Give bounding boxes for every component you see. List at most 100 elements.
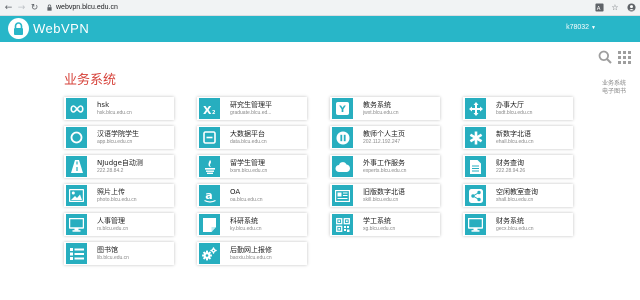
- link-business-systems[interactable]: 业务系统: [602, 80, 626, 88]
- app-url: rs.blcu.edu.cn: [97, 225, 129, 232]
- app-card[interactable]: 新数字北语 ehall.blcu.edu.cn: [463, 126, 573, 149]
- monitor-icon: [465, 214, 486, 235]
- app-card-text: 教师个人主页 202.112.192.247: [363, 130, 439, 146]
- app-url: graduate.blcu.ed...: [230, 109, 272, 116]
- cloud-icon: [332, 156, 353, 177]
- section-title: 业务系统: [64, 73, 117, 88]
- app-name: NJudge自动测: [97, 158, 143, 167]
- app-card-text: OA oa.blcu.edu.cn: [230, 188, 306, 204]
- app-card[interactable]: 旧版数字北语 skill.blcu.edu.cn: [330, 184, 440, 207]
- forward-icon[interactable]: →: [16, 1, 27, 15]
- app-card-text: 旧版数字北语 skill.blcu.edu.cn: [363, 188, 439, 204]
- app-card[interactable]: NJudge自动测 222.28.84.2: [64, 155, 174, 178]
- app-url: oa.blcu.edu.cn: [230, 196, 263, 203]
- app-name: 空闲教室查询: [496, 187, 538, 196]
- app-card[interactable]: 后勤网上报修 baoxiu.blcu.edu.cn: [197, 242, 307, 265]
- app-card[interactable]: 办事大厅 bsdt.blcu.edu.cn: [463, 97, 573, 120]
- logo-text: WebVPN: [33, 21, 90, 36]
- app-name: 研究生管理平: [230, 100, 272, 109]
- monitor-icon: [66, 214, 87, 235]
- app-card-text: 外事工作服务 experts.blcu.edu.cn: [363, 159, 439, 175]
- gears-icon: [199, 243, 220, 264]
- app-card[interactable]: 科研系统 ky.blcu.edu.cn: [197, 213, 307, 236]
- road-icon: [66, 156, 87, 177]
- newspaper-icon: [332, 185, 353, 206]
- app-card-text: 新数字北语 ehall.blcu.edu.cn: [496, 130, 572, 146]
- folded-page-icon: [199, 214, 220, 235]
- app-name: 学工系统: [363, 216, 391, 225]
- app-card-text: 汉语学院学生 app.blcu.edu.cn: [97, 130, 173, 146]
- app-name: 旧版数字北语: [363, 187, 405, 196]
- circle-icon: [66, 127, 87, 148]
- app-card[interactable]: 财务系统 gecx.blcu.edu.cn: [463, 213, 573, 236]
- app-card-text: 图书馆 lib.blcu.edu.cn: [97, 246, 173, 262]
- app-card-text: NJudge自动测 222.28.84.2: [97, 159, 173, 175]
- account-icon[interactable]: [626, 2, 636, 13]
- app-card-text: hsk hsk.blcu.edu.cn: [97, 101, 173, 117]
- user-menu[interactable]: k78032 ▼: [566, 24, 596, 31]
- apps-grid-icon[interactable]: [618, 50, 631, 64]
- app-url: ehall.blcu.edu.cn: [496, 138, 534, 145]
- svg-text:a: a: [205, 189, 212, 202]
- svg-text:2: 2: [212, 110, 216, 115]
- app-card[interactable]: 人事管理 rs.blcu.edu.cn: [64, 213, 174, 236]
- app-name: 留学生管理: [230, 158, 265, 167]
- move-arrows-icon: [465, 98, 486, 119]
- app-card-text: 留学生管理 lxsm.blcu.edu.cn: [230, 159, 306, 175]
- app-card[interactable]: hsk hsk.blcu.edu.cn: [64, 97, 174, 120]
- app-name: 教务系统: [363, 100, 391, 109]
- app-card[interactable]: X 2 研究生管理平 graduate.blcu.ed...: [197, 97, 307, 120]
- app-name: 新数字北语: [496, 129, 531, 138]
- app-card[interactable]: 照片上传 photo.blcu.edu.cn: [64, 184, 174, 207]
- reload-icon[interactable]: ↻: [29, 1, 40, 15]
- app-card-text: 后勤网上报修 baoxiu.blcu.edu.cn: [230, 246, 306, 262]
- back-icon[interactable]: ←: [3, 1, 14, 15]
- address-bar[interactable]: webvpn.blcu.edu.cn: [46, 2, 118, 14]
- app-card[interactable]: 外事工作服务 experts.blcu.edu.cn: [330, 155, 440, 178]
- app-url: 202.112.192.247: [363, 138, 401, 145]
- trophy-icon: [199, 156, 220, 177]
- list-icon: [66, 243, 87, 264]
- side-links: 业务系统 电子图书: [602, 80, 626, 96]
- app-name: 财务查询: [496, 158, 524, 167]
- app-url: ky.blcu.edu.cn: [230, 225, 262, 232]
- app-name: hsk: [97, 100, 110, 109]
- app-card-text: 科研系统 ky.blcu.edu.cn: [230, 217, 306, 233]
- app-card[interactable]: 财务查询 222.28.94.26: [463, 155, 573, 178]
- app-card[interactable]: 教师个人主页 202.112.192.247: [330, 126, 440, 149]
- app-name: 人事管理: [97, 216, 125, 225]
- minus-square-icon: [199, 127, 220, 148]
- app-url: photo.blcu.edu.cn: [97, 196, 137, 203]
- app-card-text: 财务查询 222.28.94.26: [496, 159, 572, 175]
- app-card[interactable]: 学工系统 xg.blcu.edu.cn: [330, 213, 440, 236]
- star-icon[interactable]: ☆: [610, 2, 620, 13]
- asterisk-icon: [465, 127, 486, 148]
- search-icon[interactable]: [598, 50, 612, 64]
- app-card[interactable]: 空闲教室查询 shall.blcu.edu.cn: [463, 184, 573, 207]
- app-url: shall.blcu.edu.cn: [496, 196, 534, 203]
- padlock-logo-icon: [8, 18, 29, 39]
- username: k78032: [566, 24, 590, 31]
- amazon-icon: a: [199, 185, 220, 206]
- app-url: 222.28.94.26: [496, 167, 526, 174]
- app-card[interactable]: 图书馆 lib.blcu.edu.cn: [64, 242, 174, 265]
- app-url: data.blcu.edu.cn: [230, 138, 267, 145]
- app-card[interactable]: 大数据平台 data.blcu.edu.cn: [197, 126, 307, 149]
- logo[interactable]: WebVPN: [8, 18, 89, 39]
- app-name: 科研系统: [230, 216, 258, 225]
- link-ebooks[interactable]: 电子图书: [602, 88, 626, 96]
- app-card[interactable]: Y 教务系统 jwxt.blcu.edu.cn: [330, 97, 440, 120]
- top-bar: WebVPN k78032 ▼: [0, 16, 640, 42]
- app-name: 外事工作服务: [363, 158, 405, 167]
- document-icon: [465, 156, 486, 177]
- image-icon: [66, 185, 87, 206]
- svg-text:X: X: [203, 104, 212, 115]
- app-card[interactable]: a OA oa.blcu.edu.cn: [197, 184, 307, 207]
- app-card[interactable]: 留学生管理 lxsm.blcu.edu.cn: [197, 155, 307, 178]
- app-name: OA: [230, 187, 241, 196]
- app-card[interactable]: 汉语学院学生 app.blcu.edu.cn: [64, 126, 174, 149]
- translate-icon[interactable]: A: [594, 2, 604, 13]
- share-icon: [465, 185, 486, 206]
- app-url: bsdt.blcu.edu.cn: [496, 109, 533, 116]
- app-name: 教师个人主页: [363, 129, 405, 138]
